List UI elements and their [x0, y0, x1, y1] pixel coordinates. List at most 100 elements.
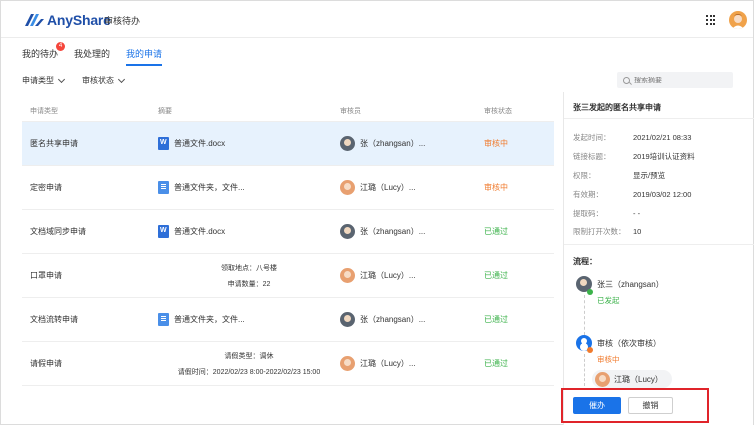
divider — [564, 118, 754, 119]
reviewer-chip: 江璐（Lucy） — [592, 370, 672, 388]
search-box — [617, 72, 733, 88]
document-file-icon — [158, 313, 169, 326]
row-approver: 江璐（Lucy）... — [340, 180, 484, 195]
tab-my-processed-label: 我处理的 — [74, 49, 111, 59]
word-file-icon — [158, 225, 169, 238]
table-row[interactable]: 文档流转申请 普通文件夹，文件... 张（zhangsan）... 已通过 — [22, 298, 554, 342]
detail-panel: 张三发起的匿名共享申请 发起时间： 2021/02/21 08:33 链接标题： 2… — [563, 92, 754, 425]
row-approver-name: 江璐（Lucy）... — [360, 359, 416, 368]
approver-avatar — [340, 180, 355, 195]
pending-dot-icon — [587, 347, 593, 353]
row-type: 请假申请 — [30, 359, 62, 368]
row-approver-name: 张（zhangsan）... — [360, 227, 426, 236]
row-approver: 张（zhangsan）... — [340, 136, 484, 151]
row-status: 已通过 — [484, 271, 508, 280]
detail-field: 限制打开次数： 10 — [573, 226, 641, 237]
row-approver-name: 江璐（Lucy）... — [360, 271, 416, 280]
check-badge-icon — [587, 289, 593, 295]
divider — [564, 244, 754, 245]
field-value: 2019/03/02 12:00 — [633, 190, 692, 199]
field-key: 权限： — [573, 171, 596, 180]
table-row[interactable]: 匿名共享申请 普通文件.docx 张（zhangsan）... 审核中 — [22, 122, 554, 166]
tab-my-processed[interactable]: 我处理的 — [74, 47, 110, 66]
tab-my-applications-label: 我的申请 — [126, 49, 163, 59]
application-type-filter[interactable]: 申请类型 — [22, 75, 66, 86]
detail-field: 链接标题： 2019培训认证资料 — [573, 151, 695, 162]
flow-title: 流程： — [573, 257, 597, 266]
row-status: 审核中 — [484, 183, 508, 192]
application-type-filter-label: 申请类型 — [22, 76, 54, 85]
review-status-filter[interactable]: 审核状态 — [82, 75, 126, 86]
row-summary-line: 请假时间：2022/02/23 8:00-2022/02/23 15:00 — [177, 368, 321, 376]
row-approver-name: 张（zhangsan）... — [360, 139, 426, 148]
detail-field: 权限： 显示/预览 — [573, 170, 665, 181]
applications-table: 申请类型 摘要 审核员 审核状态 匿名共享申请 普通文件.docx 张（zhan… — [22, 100, 554, 386]
field-value: - - — [633, 209, 641, 218]
search-icon — [623, 76, 630, 84]
detail-title: 张三发起的匿名共享申请 — [573, 103, 661, 112]
row-approver: 江璐（Lucy）... — [340, 268, 484, 283]
flow-connector — [584, 354, 585, 386]
field-key: 限制打开次数： — [573, 227, 626, 236]
app-title: 审核待办 — [104, 16, 141, 26]
anyshare-logo[interactable]: AnyShare — [25, 12, 111, 28]
tab-my-todo[interactable]: 我的待办 4 — [22, 42, 65, 66]
header-approver: 审核员 — [340, 107, 361, 115]
row-summary: 请假类型：调休 请假时间：2022/02/23 8:00-2022/02/23 … — [158, 351, 340, 377]
row-summary-text: 普通文件夹，文件... — [174, 183, 245, 192]
initiator-status: 已发起 — [597, 296, 620, 305]
row-status: 已通过 — [484, 227, 508, 236]
reviewer-name: 江璐（Lucy） — [614, 374, 663, 384]
search-input[interactable] — [634, 76, 724, 84]
flow-connector — [584, 295, 585, 335]
row-type: 口罩申请 — [30, 271, 62, 280]
table-row[interactable]: 请假申请 请假类型：调休 请假时间：2022/02/23 8:00-2022/0… — [22, 342, 554, 386]
user-avatar[interactable] — [729, 11, 747, 29]
row-summary: 普通文件夹，文件... — [158, 181, 340, 194]
header-status: 审核状态 — [484, 107, 512, 115]
approver-avatar — [340, 356, 355, 371]
header-summary: 摘要 — [158, 107, 172, 115]
approver-avatar — [340, 312, 355, 327]
row-summary: 领取地点：八号楼 申请数量：22 — [158, 263, 340, 289]
row-approver: 张（zhangsan）... — [340, 312, 484, 327]
apps-grid-icon[interactable] — [706, 15, 716, 25]
field-key: 有效期： — [573, 190, 603, 199]
field-key: 提取码： — [573, 209, 603, 218]
document-file-icon — [158, 181, 169, 194]
table-row[interactable]: 文档域同步申请 普通文件.docx 张（zhangsan）... 已通过 — [22, 210, 554, 254]
detail-field: 发起时间： 2021/02/21 08:33 — [573, 132, 691, 143]
row-summary: 普通文件.docx — [158, 225, 340, 238]
row-summary-line: 请假类型：调休 — [224, 352, 274, 360]
table-row[interactable]: 定密申请 普通文件夹，文件... 江璐（Lucy）... 审核中 — [22, 166, 554, 210]
row-summary-text: 普通文件夹，文件... — [174, 315, 245, 324]
urge-button[interactable]: 催办 — [573, 397, 621, 414]
tab-bar: 我的待办 4 我处理的 我的申请 — [22, 42, 163, 66]
filter-bar: 申请类型 审核状态 — [22, 75, 126, 86]
review-status: 审核中 — [597, 355, 620, 364]
field-key: 链接标题： — [573, 152, 611, 161]
chevron-down-icon — [57, 75, 66, 83]
row-type: 文档域同步申请 — [30, 227, 86, 236]
revoke-button[interactable]: 撤销 — [628, 397, 673, 414]
row-summary-line: 领取地点：八号楼 — [221, 264, 277, 272]
header-type: 申请类型 — [30, 107, 58, 115]
table-header: 申请类型 摘要 审核员 审核状态 — [22, 100, 554, 122]
row-summary-line: 申请数量：22 — [227, 280, 271, 288]
tab-my-applications[interactable]: 我的申请 — [126, 47, 163, 66]
approver-avatar — [340, 136, 355, 151]
row-summary: 普通文件夹，文件... — [158, 313, 340, 326]
row-approver: 张（zhangsan）... — [340, 224, 484, 239]
reviewer-avatar — [595, 371, 610, 387]
row-summary-text: 普通文件.docx — [174, 139, 226, 148]
top-header: AnyShare 审核待办 — [1, 1, 753, 38]
review-status-filter-label: 审核状态 — [82, 76, 114, 85]
logo-text: AnyShare — [47, 12, 111, 28]
row-status: 审核中 — [484, 139, 508, 148]
row-summary-text: 普通文件.docx — [174, 227, 226, 236]
user-face-icon — [732, 14, 744, 29]
tab-my-todo-label: 我的待办 — [22, 49, 59, 59]
table-row[interactable]: 口罩申请 领取地点：八号楼 申请数量：22 江璐（Lucy）... 已通过 — [22, 254, 554, 298]
logo-mark-icon — [25, 14, 44, 26]
row-status: 已通过 — [484, 359, 508, 368]
